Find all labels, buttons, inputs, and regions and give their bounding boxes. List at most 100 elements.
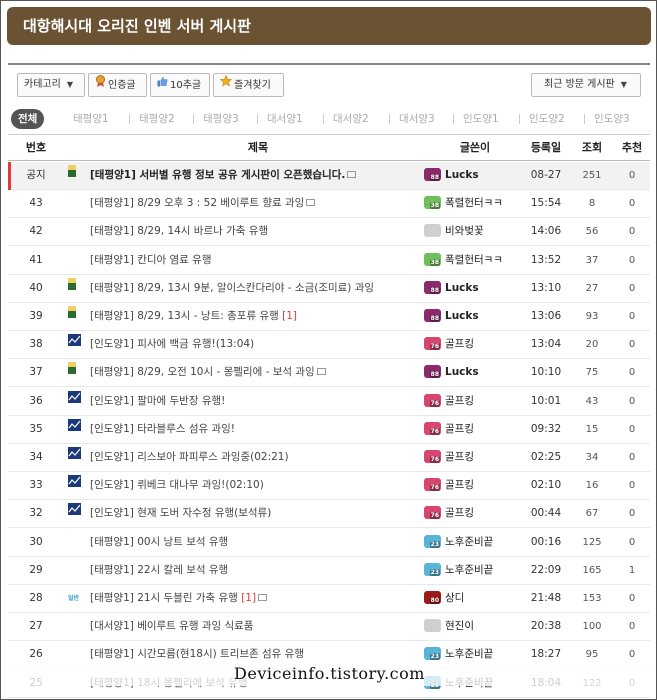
level-badge-icon: 76: [424, 393, 441, 407]
level-badge-icon: 38: [424, 252, 441, 266]
post-title-link[interactable]: [인도양1] 타라블루스 섬유 과잉!: [90, 416, 420, 443]
post-author[interactable]: 76 골프킹: [424, 500, 520, 528]
post-title-link[interactable]: [인도양1] 현재 도버 자수정 유행(보석류): [90, 500, 420, 527]
table-row[interactable]: 39 [태평양1] 8/29, 13시 - 낭트: 총포류 유행 [1] 88 Luc…: [8, 303, 650, 331]
post-date: 02:25: [530, 451, 562, 463]
post-recommends: 0: [628, 170, 636, 181]
table-row[interactable]: 37 [태평양1] 8/29, 오전 10시 - 몽펠리에 - 보석 과잉 88 Lu…: [8, 359, 650, 388]
post-author[interactable]: 76 골프킹: [424, 416, 520, 444]
author-name: 골프킹: [445, 338, 474, 351]
post-category-icon: [68, 500, 84, 528]
author-name: 골프킹: [445, 507, 474, 520]
post-author[interactable]: 76 골프킹: [424, 444, 520, 472]
post-title: [태평양1] 00시 낭트 보석 유행: [90, 535, 229, 548]
table-row[interactable]: 30 [태평양1] 00시 낭트 보석 유행 23 노후준비끝 00:16 125 0: [8, 529, 650, 557]
post-author[interactable]: 80 상디: [424, 585, 520, 613]
post-author[interactable]: 23 노후준비끝: [424, 529, 520, 557]
post-date: 20:38: [530, 620, 562, 633]
post-title-link[interactable]: [인도양1] 팔마에 두반장 유행!: [90, 388, 420, 415]
post-author[interactable]: 88 Lucks: [424, 359, 520, 387]
post-title-link[interactable]: [태평양1] 8/29, 13시 9분, 알이스칸다리야 - 소금(조미료) 과…: [90, 275, 420, 302]
post-title-link[interactable]: [태평양1] 서버별 유행 정보 공유 게시판이 오픈했습니다.: [90, 162, 420, 189]
tab-6[interactable]: 대서양3: [399, 109, 435, 129]
post-author[interactable]: 비와벚꽃: [424, 218, 520, 246]
table-row[interactable]: 38 [인도양1] 피사에 백금 유행!(13:04) 76 골프킹 13:04 20 0: [8, 331, 650, 360]
post-author[interactable]: 88 Lucks: [424, 303, 520, 331]
notice-row[interactable]: 공지 [태평양1] 서버별 유행 정보 공유 게시판이 오픈했습니다. 88 Luck…: [8, 162, 650, 190]
tab-7[interactable]: 인도양1: [463, 109, 499, 129]
category-select[interactable]: 카테고리 ▼: [17, 73, 85, 97]
level-number: 76: [429, 399, 440, 407]
post-author[interactable]: 76 골프킹: [424, 472, 520, 500]
post-author[interactable]: 88 Lucks: [424, 275, 520, 303]
post-recommends: 0: [628, 339, 636, 351]
post-title: [인도양1] 팔마에 두반장 유행!: [90, 394, 226, 407]
post-recommends: 0: [628, 226, 636, 238]
table-row[interactable]: 29 [태평양1] 22시 칼레 보석 유행 23 노후준비끝 22:09 165 1: [8, 557, 650, 585]
table-row[interactable]: 41 [태평양1] 칸디아 염료 유행 38 폭렬헌터ㅋㅋ 13:52 37 0: [8, 247, 650, 275]
table-row[interactable]: 28 일반 [태평양1] 21시 두블린 가축 유행 [1] 80 상디 21:48 153…: [8, 585, 650, 613]
post-author[interactable]: 38 폭렬헌터ㅋㅋ: [424, 190, 520, 218]
post-title-link[interactable]: [인도양1] 리스보아 파피루스 과잉중(02:21): [90, 444, 420, 471]
tab-separator: [453, 114, 454, 124]
tab-5[interactable]: 대서양2: [333, 109, 369, 129]
tab-4[interactable]: 대서양1: [267, 109, 303, 129]
post-title-link[interactable]: [인도양1] 뤼베크 대나무 과잉!(02:10): [90, 472, 420, 499]
post-author[interactable]: 현진이: [424, 613, 520, 641]
table-row[interactable]: 32 [인도양1] 현재 도버 자수정 유행(보석류) 76 골프킹 00:44 67 0: [8, 500, 650, 529]
table-row[interactable]: 34 [인도양1] 리스보아 파피루스 과잉중(02:21) 76 골프킹 02:25 3…: [8, 444, 650, 472]
post-views: 16: [585, 480, 599, 492]
author-name: 폭렬헌터ㅋㅋ: [445, 253, 503, 266]
tab-3[interactable]: 태평양3: [203, 109, 239, 129]
post-author[interactable]: 76 골프킹: [424, 331, 520, 359]
post-date: 13:10: [530, 281, 562, 294]
post-number: 35: [29, 422, 43, 435]
favorite-button[interactable]: 즐겨찾기: [213, 73, 284, 97]
post-recommends: 0: [628, 593, 636, 604]
post-title-link[interactable]: [태평양1] 8/29, 13시 - 낭트: 총포류 유행 [1]: [90, 303, 420, 330]
post-title-link[interactable]: [인도양1] 피사에 백금 유행!(13:04): [90, 331, 420, 358]
post-author[interactable]: 23 노후준비끝: [424, 557, 520, 585]
post-title: [인도양1] 타라블루스 섬유 과잉!: [90, 422, 236, 435]
table-row[interactable]: 43 [태평양1] 8/29 오후 3 : 52 베이루트 향료 과잉 38 폭렬헌터…: [8, 190, 650, 219]
post-recommends: 0: [628, 423, 636, 435]
post-title-link[interactable]: [태평양1] 00시 낭트 보석 유행: [90, 529, 420, 556]
tab-1[interactable]: 태평양1: [73, 109, 109, 129]
level-number: 76: [429, 484, 440, 492]
level-badge-icon: 23: [424, 647, 441, 661]
post-title-link[interactable]: [태평양1] 칸디아 염료 유행: [90, 247, 420, 274]
tab-8[interactable]: 인도양2: [529, 109, 565, 129]
tab-0[interactable]: 전체: [11, 109, 45, 129]
table-row[interactable]: 36 [인도양1] 팔마에 두반장 유행! 76 골프킹 10:01 43 0: [8, 388, 650, 416]
tab-9[interactable]: 인도양3: [594, 109, 630, 129]
post-title-link[interactable]: [태평양1] 8/29 오후 3 : 52 베이루트 향료 과잉: [90, 190, 420, 217]
table-row[interactable]: 42 [태평양1] 8/29, 14시 바르나 가축 유행 비와벚꽃 14:06 56 0: [8, 218, 650, 247]
post-views: 8: [588, 198, 596, 210]
table-row[interactable]: 35 [인도양1] 타라블루스 섬유 과잉! 76 골프킹 09:32 15 0: [8, 416, 650, 444]
post-title-link[interactable]: [태평양1] 22시 칼레 보석 유행: [90, 557, 420, 584]
post-title-link[interactable]: [대서양1] 베이루트 유행 과잉 식료품: [90, 613, 420, 640]
post-title-link[interactable]: [태평양1] 21시 두블린 가축 유행 [1]: [90, 585, 420, 612]
post-author[interactable]: 88 Lucks: [424, 162, 520, 190]
post-title: [태평양1] 8/29, 14시 바르나 가축 유행: [90, 225, 269, 238]
certified-button[interactable]: 인증글: [88, 73, 147, 97]
table-header: 번호 제목 글쓴이 등록일 조회 추천: [8, 134, 650, 161]
tab-2[interactable]: 태평양2: [139, 109, 175, 129]
recommend-button[interactable]: 10추글: [150, 73, 210, 97]
recent-boards-select[interactable]: 최근 방문 게시판 ▼: [531, 73, 641, 97]
table-row[interactable]: 40 [태평양1] 8/29, 13시 9분, 알이스칸다리야 - 소금(조미료)…: [8, 275, 650, 303]
certified-button-label: 인증글: [108, 80, 136, 91]
post-number: 39: [29, 310, 43, 322]
post-title-link[interactable]: [태평양1] 8/29, 오전 10시 - 몽펠리에 - 보석 과잉: [90, 359, 420, 386]
post-category-icon: [68, 416, 84, 444]
post-views: 125: [582, 536, 602, 548]
level-number: 38: [429, 202, 440, 210]
post-author[interactable]: 38 폭렬헌터ㅋㅋ: [424, 247, 520, 275]
post-views: 56: [585, 226, 599, 238]
author-name: Lucks: [445, 281, 479, 294]
post-recommends: 0: [628, 367, 636, 379]
post-title-link[interactable]: [태평양1] 8/29, 14시 바르나 가축 유행: [90, 218, 420, 245]
table-row[interactable]: 27 [대서양1] 베이루트 유행 과잉 식료품 현진이 20:38 100 0: [8, 613, 650, 642]
table-row[interactable]: 33 [인도양1] 뤼베크 대나무 과잉!(02:10) 76 골프킹 02:10 16 0: [8, 472, 650, 501]
post-author[interactable]: 76 골프킹: [424, 388, 520, 416]
